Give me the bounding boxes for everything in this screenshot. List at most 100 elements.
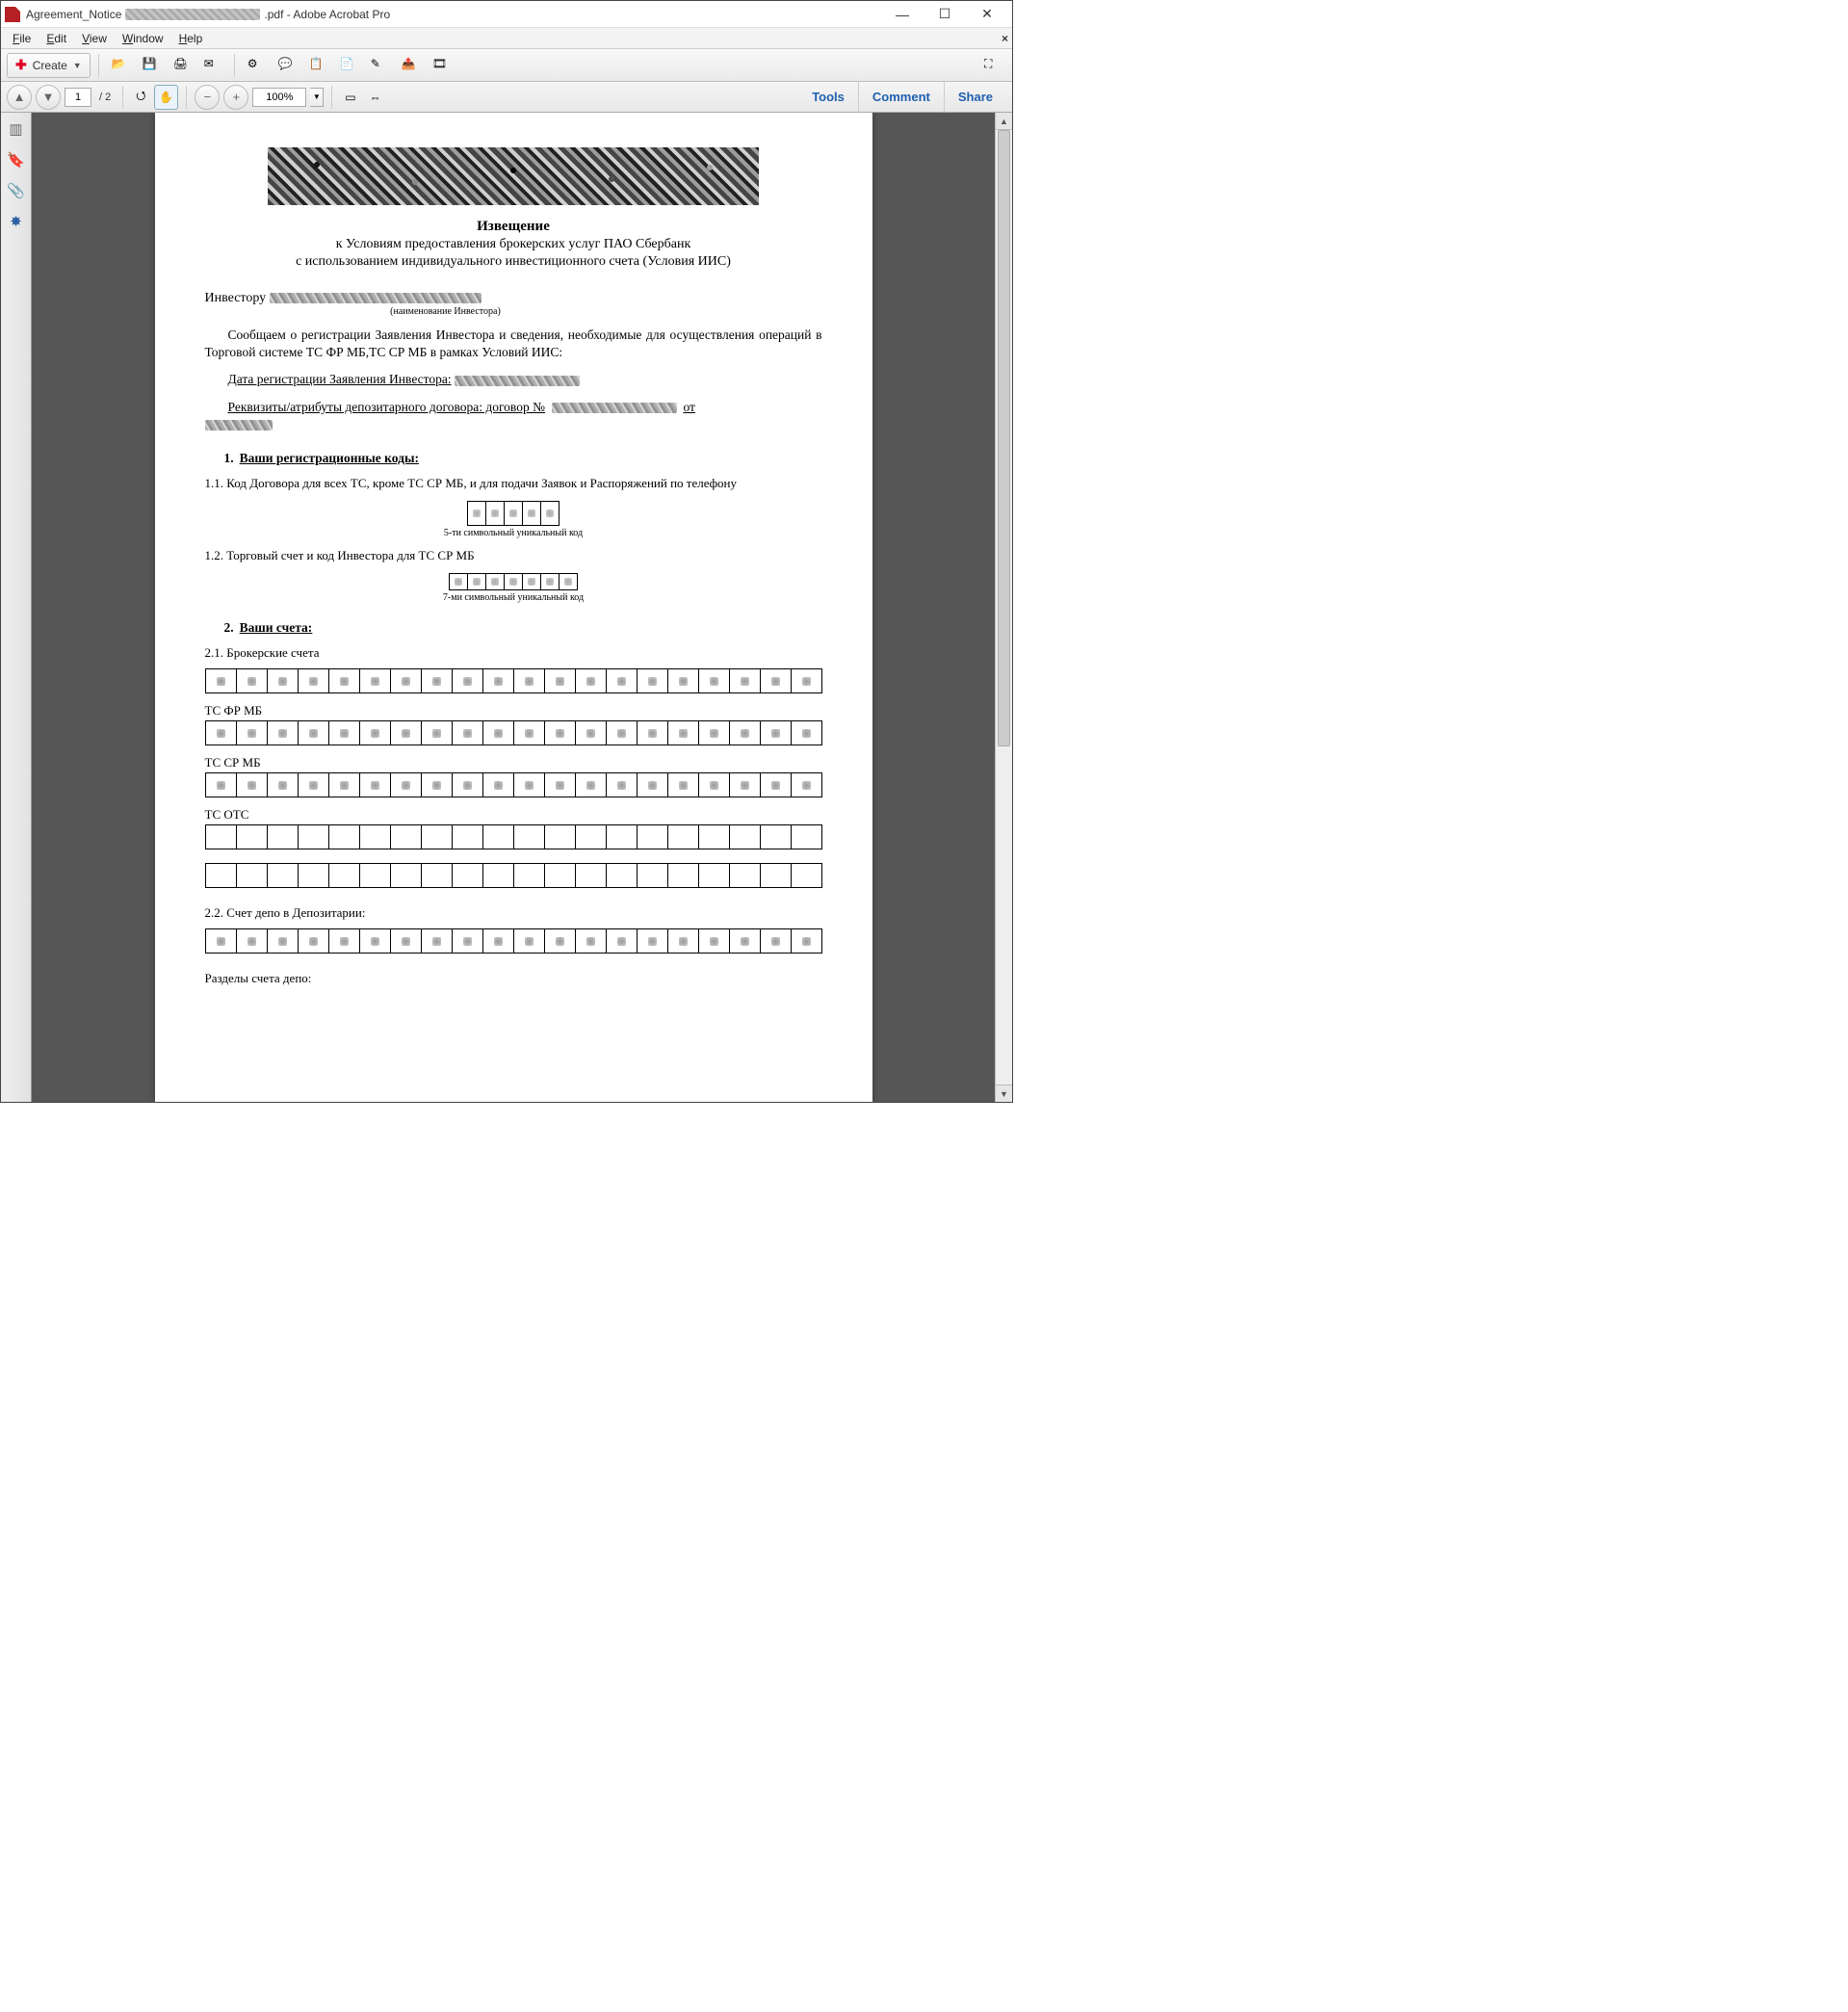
account-cell	[482, 824, 514, 849]
open-button[interactable]: 📂	[107, 53, 134, 78]
settings-button[interactable]: ⚙	[243, 53, 270, 78]
fit-width-button[interactable]: ⇔	[365, 85, 386, 110]
menu-edit[interactable]: Edit	[39, 30, 74, 47]
code-cell	[504, 573, 523, 590]
account-cell	[205, 824, 237, 849]
tools-panel-button[interactable]: Tools	[798, 82, 858, 113]
menu-file[interactable]: File	[5, 30, 39, 47]
account-cell	[729, 668, 761, 693]
zoom-value[interactable]: 100%	[252, 88, 306, 107]
zoom-out-button[interactable]: −	[195, 85, 220, 110]
delete-pages-button[interactable]: 📄	[335, 53, 362, 78]
comment-panel-button[interactable]: Comment	[858, 82, 944, 113]
scroll-up-button[interactable]: ▲	[996, 113, 1012, 130]
create-button[interactable]: ✚ Create ▼	[7, 53, 91, 78]
account-cell	[544, 772, 576, 797]
bookmarks-button[interactable]: 🔖	[6, 149, 27, 170]
document-viewport[interactable]: Извещение к Условиям предоставления брок…	[32, 113, 995, 1102]
account-cell	[328, 824, 360, 849]
plus-icon: ✚	[15, 57, 27, 73]
caret-down-icon: ▼	[73, 61, 82, 70]
account-cell	[729, 824, 761, 849]
account-cell	[236, 772, 268, 797]
cursor-icon: ⭯	[136, 87, 145, 107]
page-number-input[interactable]	[65, 88, 91, 107]
registration-date-line: Дата регистрации Заявления Инвестора:	[205, 371, 822, 388]
para-2-2: 2.2. Счет депо в Депозитарии:	[205, 905, 822, 921]
account-cell	[421, 720, 453, 745]
account-cell	[390, 863, 422, 888]
hand-tool[interactable]: ✋	[154, 85, 178, 110]
scroll-down-button[interactable]: ▼	[996, 1084, 1012, 1102]
account-cell	[267, 668, 299, 693]
account-cell	[390, 720, 422, 745]
comment-tool-button[interactable]: 💬	[273, 53, 300, 78]
fullscreen-button[interactable]: ⛶	[979, 53, 1006, 78]
para-1-2: 1.2. Торговый счет и код Инвестора для Т…	[205, 548, 822, 563]
multimedia-button[interactable]: 🎞	[428, 53, 455, 78]
email-icon: ✉	[204, 57, 221, 74]
fit-width-icon: ⇔	[370, 91, 381, 104]
vertical-scrollbar[interactable]: ▲ ▼	[995, 113, 1012, 1102]
fit-page-button[interactable]: ▭	[340, 85, 360, 110]
account-cell	[359, 668, 391, 693]
share-panel-button[interactable]: Share	[944, 82, 1006, 113]
separator	[122, 86, 123, 109]
redacted-logo	[268, 147, 759, 205]
sign-button[interactable]: ✎	[366, 53, 393, 78]
doc-subtitle-2: с использованием индивидуального инвести…	[205, 254, 822, 270]
thumbnails-button[interactable]: ▥	[6, 118, 27, 140]
account-cell	[791, 720, 822, 745]
account-cell	[236, 928, 268, 954]
account-cell	[421, 824, 453, 849]
next-page-button[interactable]: ▼	[36, 85, 61, 110]
minimize-button[interactable]: ―	[881, 1, 924, 28]
account-cell	[359, 772, 391, 797]
attachments-button[interactable]: 📎	[6, 180, 27, 201]
redacted-contract-no	[552, 403, 677, 413]
save-button[interactable]: 💾	[138, 53, 165, 78]
select-tool[interactable]: ⭯	[131, 85, 150, 110]
zoom-in-button[interactable]: +	[223, 85, 248, 110]
prev-page-button[interactable]: ▲	[7, 85, 32, 110]
code-cell	[485, 573, 505, 590]
export-button[interactable]: 📤	[397, 53, 424, 78]
account-cell	[482, 772, 514, 797]
gear-icon: ⚙	[247, 57, 265, 74]
menu-window[interactable]: Window	[115, 30, 171, 47]
close-button[interactable]: ✕	[966, 1, 1008, 28]
redacted-investor-name	[270, 293, 482, 303]
menu-view[interactable]: View	[74, 30, 115, 47]
signatures-button[interactable]: ✸	[6, 211, 27, 232]
account-cell	[267, 720, 299, 745]
account-cell	[791, 668, 822, 693]
account-cell	[267, 928, 299, 954]
account-cell	[729, 928, 761, 954]
zoom-dropdown[interactable]: ▼	[310, 88, 324, 107]
scroll-thumb[interactable]	[998, 130, 1010, 746]
page-total-label: / 2	[95, 91, 115, 103]
code-cell	[522, 573, 541, 590]
account-cell	[328, 668, 360, 693]
account-cell	[637, 928, 668, 954]
account-cell	[667, 668, 699, 693]
account-cell	[637, 863, 668, 888]
account-cell	[698, 824, 730, 849]
account-cell	[760, 668, 792, 693]
account-cell	[298, 668, 329, 693]
account-cell	[390, 824, 422, 849]
code-cell	[522, 501, 541, 526]
menu-help[interactable]: Help	[171, 30, 211, 47]
save-icon: 💾	[143, 57, 160, 74]
separator	[234, 54, 235, 77]
account-cell	[513, 772, 545, 797]
print-button[interactable]: 🖨	[169, 53, 195, 78]
account-cell	[760, 720, 792, 745]
account-cell	[760, 772, 792, 797]
document-close-button[interactable]: ×	[1002, 32, 1008, 45]
email-button[interactable]: ✉	[199, 53, 226, 78]
ts-otc-row-2	[205, 863, 822, 888]
forms-button[interactable]: 📋	[304, 53, 331, 78]
account-cell	[544, 668, 576, 693]
maximize-button[interactable]: ☐	[924, 1, 966, 28]
